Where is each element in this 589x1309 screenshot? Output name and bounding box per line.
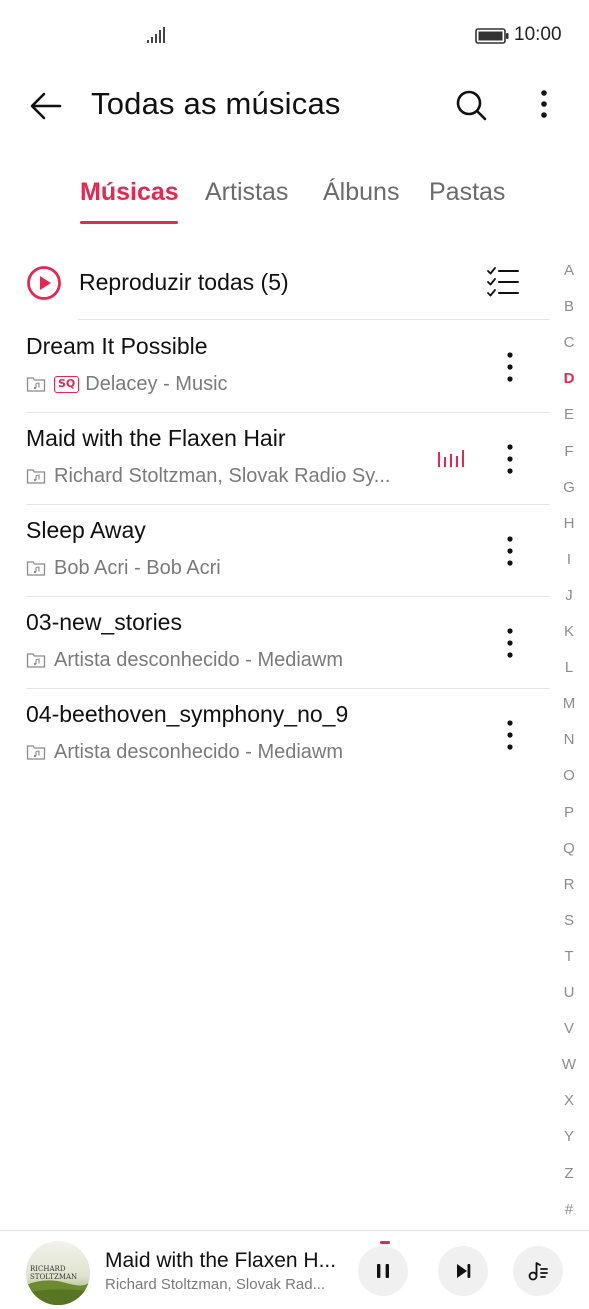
alphabet-letter[interactable]: T xyxy=(553,948,585,965)
song-subtitle: Richard Stoltzman, Slovak Radio Sy... xyxy=(54,464,391,487)
status-bar: 10:00 xyxy=(0,0,589,72)
list-item[interactable]: Dream It Possible SQ Delacey - Music xyxy=(0,321,550,413)
song-subtitle-row: Richard Stoltzman, Slovak Radio Sy... xyxy=(26,464,390,488)
more-vertical-icon[interactable] xyxy=(492,439,528,479)
folder-music-icon xyxy=(26,377,46,392)
song-title: Sleep Away xyxy=(26,517,146,543)
song-subtitle: Bob Acri - Bob Acri xyxy=(54,556,221,579)
alphabet-letter[interactable]: P xyxy=(553,804,585,821)
more-vertical-icon[interactable] xyxy=(492,715,528,755)
sq-badge: SQ xyxy=(54,375,80,393)
alphabet-letter[interactable]: C xyxy=(553,334,585,351)
alphabet-letter[interactable]: Y xyxy=(553,1128,585,1145)
song-subtitle: Artista desconhecido - Mediawm xyxy=(54,648,344,671)
song-title: 04-beethoven_symphony_no_9 xyxy=(26,701,349,727)
search-button[interactable] xyxy=(451,86,491,126)
alphabet-letter[interactable]: W xyxy=(553,1056,585,1073)
alphabet-letter[interactable]: B xyxy=(553,298,585,315)
alphabet-letter[interactable]: F xyxy=(553,443,585,460)
page-title: Todas as músicas xyxy=(91,86,341,121)
equalizer-icon xyxy=(438,450,464,467)
list-item[interactable]: Maid with the Flaxen Hair Richard Stoltz… xyxy=(0,413,550,505)
alphabet-letter[interactable]: L xyxy=(553,659,585,676)
alphabet-letter[interactable]: S xyxy=(553,912,585,929)
tab-bar: Músicas Artistas Álbuns Pastas xyxy=(0,178,589,228)
playlist-icon xyxy=(528,1262,548,1281)
alphabet-letter[interactable]: E xyxy=(553,406,585,423)
folder-music-icon xyxy=(26,469,46,484)
alphabet-letter[interactable]: Z xyxy=(553,1165,585,1182)
mini-player-subtitle[interactable]: Richard Stoltzman, Slovak Rad... xyxy=(105,1276,325,1293)
alphabet-letter[interactable]: I xyxy=(553,551,585,568)
play-all-label[interactable]: Reproduzir todas (5) xyxy=(79,269,289,296)
song-subtitle: Artista desconhecido - Mediawm xyxy=(54,740,344,763)
song-subtitle-row: Bob Acri - Bob Acri xyxy=(26,556,221,580)
battery-icon xyxy=(475,28,509,44)
song-title: Dream It Possible xyxy=(26,333,208,359)
song-subtitle-row: Artista desconhecido - Mediawm xyxy=(26,740,343,764)
signal-icon xyxy=(147,27,165,43)
alphabet-letter[interactable]: M xyxy=(553,695,585,712)
alphabet-letter[interactable]: U xyxy=(553,984,585,1001)
album-art-text: RICHARD xyxy=(30,1265,66,1273)
divider xyxy=(78,319,550,320)
song-subtitle-row: Artista desconhecido - Mediawm xyxy=(26,648,343,672)
more-vertical-icon[interactable] xyxy=(492,531,528,571)
tab-indicator xyxy=(80,221,178,224)
album-art[interactable]: RICHARD STOLTZMAN xyxy=(26,1241,90,1305)
alphabet-letter[interactable]: N xyxy=(553,731,585,748)
alphabet-letter[interactable]: A xyxy=(553,262,585,279)
play-circle-icon[interactable] xyxy=(26,265,62,301)
album-art-text: STOLTZMAN xyxy=(30,1273,77,1281)
list-item[interactable]: Sleep Away Bob Acri - Bob Acri xyxy=(0,505,550,597)
play-all-row[interactable]: Reproduzir todas (5) xyxy=(26,258,550,308)
alphabet-letter[interactable]: O xyxy=(553,767,585,784)
sort-list-icon[interactable] xyxy=(484,263,524,303)
back-button[interactable] xyxy=(26,86,66,126)
alphabet-letter[interactable]: Q xyxy=(553,840,585,857)
folder-music-icon xyxy=(26,745,46,760)
more-vertical-icon xyxy=(541,90,547,118)
alphabet-letter[interactable]: H xyxy=(553,515,585,532)
playback-progress-indicator xyxy=(380,1241,390,1244)
pause-icon xyxy=(377,1264,389,1278)
alphabet-letter[interactable]: X xyxy=(553,1092,585,1109)
skip-next-icon xyxy=(457,1264,471,1278)
list-item[interactable]: 03-new_stories Artista desconhecido - Me… xyxy=(0,597,550,689)
song-subtitle: Delacey - Music xyxy=(85,372,228,395)
tab-albuns[interactable]: Álbuns xyxy=(323,178,399,207)
alphabet-letter[interactable]: J xyxy=(553,587,585,604)
status-time: 10:00 xyxy=(514,24,562,45)
back-arrow-icon xyxy=(30,92,62,120)
alphabet-letter[interactable]: V xyxy=(553,1020,585,1037)
pause-button[interactable] xyxy=(358,1246,408,1296)
more-vertical-icon[interactable] xyxy=(492,623,528,663)
mini-player[interactable]: RICHARD STOLTZMAN Maid with the Flaxen H… xyxy=(0,1230,589,1309)
tab-artistas[interactable]: Artistas xyxy=(205,178,288,207)
alphabet-letter[interactable]: G xyxy=(553,479,585,496)
folder-music-icon xyxy=(26,561,46,576)
alphabet-letter[interactable]: # xyxy=(553,1201,585,1218)
alphabet-letter[interactable]: R xyxy=(553,876,585,893)
search-icon xyxy=(456,90,487,121)
playlist-button[interactable] xyxy=(513,1246,563,1296)
list-item[interactable]: 04-beethoven_symphony_no_9 Artista desco… xyxy=(0,689,550,781)
song-title: 03-new_stories xyxy=(26,609,182,635)
more-vertical-icon[interactable] xyxy=(492,347,528,387)
tab-pastas[interactable]: Pastas xyxy=(429,178,505,207)
alphabet-letter[interactable]: K xyxy=(553,623,585,640)
folder-music-icon xyxy=(26,653,46,668)
song-title: Maid with the Flaxen Hair xyxy=(26,425,286,451)
next-button[interactable] xyxy=(438,1246,488,1296)
more-options-button[interactable] xyxy=(524,86,564,126)
song-subtitle-row: SQ Delacey - Music xyxy=(26,372,228,396)
alphabet-letter[interactable]: D xyxy=(553,370,585,387)
tab-musicas[interactable]: Músicas xyxy=(80,178,179,207)
mini-player-title[interactable]: Maid with the Flaxen H... xyxy=(105,1249,336,1273)
